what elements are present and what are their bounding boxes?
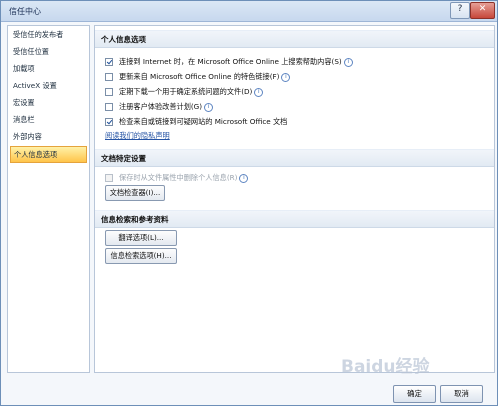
title-bar: 信任中心 ? ✕ (1, 1, 497, 22)
suspicious-sites-option[interactable]: 检查来自或链接到可疑网站的 Microsoft Office 文档 (105, 116, 287, 128)
info-icon: i (343, 57, 353, 67)
featured-links-checkbox[interactable] (105, 73, 113, 81)
window-title: 信任中心 (9, 7, 41, 16)
customer-experience-option[interactable]: 注册客户体验改善计划(G) i (105, 101, 214, 113)
help-button[interactable]: ? (450, 2, 470, 19)
watermark: Baidu经验 (341, 357, 430, 377)
translation-options-button[interactable]: 翻译选项(L)... (105, 230, 177, 246)
download-diagnostic-checkbox[interactable] (105, 88, 113, 96)
question-mark-icon: ? (457, 4, 463, 14)
remove-personal-info-checkbox (105, 174, 113, 182)
search-help-label: 连接到 Internet 时，在 Microsoft Office Online… (119, 57, 342, 66)
featured-links-label: 更新来自 Microsoft Office Online 的特色链接(F) (119, 72, 280, 81)
sidebar-item-privacy-options[interactable]: 个人信息选项 (10, 146, 87, 163)
info-icon: i (281, 72, 291, 82)
sidebar-item-trusted-locations[interactable]: 受信任位置 (8, 43, 89, 60)
trust-center-window: 信任中心 ? ✕ 受信任的发布者 受信任位置 加载项 ActiveX 设置 宏设… (0, 0, 498, 406)
personal-info-heading: 个人信息选项 (95, 30, 494, 48)
download-diagnostic-label: 定期下载一个用于确定系统问题的文件(D) (119, 87, 253, 96)
sidebar: 受信任的发布者 受信任位置 加载项 ActiveX 设置 宏设置 消息栏 外部内… (7, 25, 90, 373)
research-heading: 信息检索和参考资料 (95, 210, 494, 228)
suspicious-sites-checkbox[interactable] (105, 118, 113, 126)
suspicious-sites-label: 检查来自或链接到可疑网站的 Microsoft Office 文档 (119, 117, 288, 126)
sidebar-item-trusted-publishers[interactable]: 受信任的发布者 (8, 26, 89, 43)
document-inspector-button[interactable]: 文档检查器(I)... (105, 185, 165, 201)
close-icon: ✕ (478, 4, 487, 14)
close-button[interactable]: ✕ (470, 2, 495, 19)
customer-experience-label: 注册客户体验改善计划(G) (119, 102, 203, 111)
research-options-button[interactable]: 信息检索选项(H)... (105, 248, 177, 264)
search-help-option[interactable]: 连接到 Internet 时，在 Microsoft Office Online… (105, 56, 353, 68)
content-panel: 个人信息选项 连接到 Internet 时，在 Microsoft Office… (94, 25, 495, 373)
search-help-checkbox[interactable] (105, 58, 113, 66)
sidebar-item-add-ins[interactable]: 加载项 (8, 60, 89, 77)
sidebar-item-external-content[interactable]: 外部内容 (8, 128, 89, 145)
document-specific-heading: 文档特定设置 (95, 149, 494, 167)
remove-personal-info-label: 保存时从文件属性中删除个人信息(R) (119, 173, 238, 182)
sidebar-item-macro-settings[interactable]: 宏设置 (8, 94, 89, 111)
sidebar-item-activex-settings[interactable]: ActiveX 设置 (8, 77, 89, 94)
customer-experience-checkbox[interactable] (105, 103, 113, 111)
ok-button[interactable]: 确定 (393, 385, 436, 403)
sidebar-item-message-bar[interactable]: 消息栏 (8, 111, 89, 128)
featured-links-option[interactable]: 更新来自 Microsoft Office Online 的特色链接(F) i (105, 71, 291, 83)
remove-personal-info-option: 保存时从文件属性中删除个人信息(R) i (105, 172, 249, 184)
download-diagnostic-option[interactable]: 定期下载一个用于确定系统问题的文件(D) i (105, 86, 264, 98)
cancel-button[interactable]: 取消 (440, 385, 483, 403)
privacy-statement-link[interactable]: 阅读我们的隐私声明 (105, 131, 170, 141)
info-icon: i (204, 102, 214, 112)
info-icon: i (254, 87, 264, 97)
info-icon: i (239, 173, 249, 183)
